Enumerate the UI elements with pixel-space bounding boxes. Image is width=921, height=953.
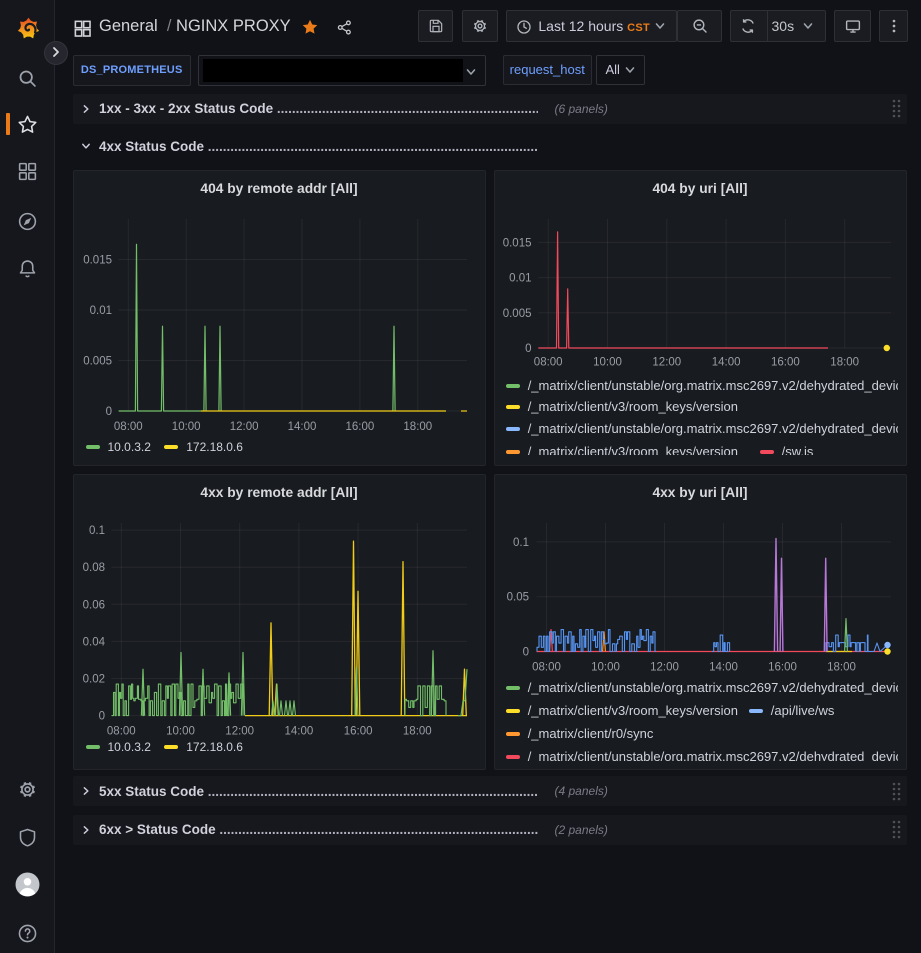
svg-text:0.06: 0.06 — [83, 599, 105, 611]
svg-text:0.015: 0.015 — [83, 255, 112, 267]
svg-text:0: 0 — [106, 406, 112, 418]
svg-text:16:00: 16:00 — [344, 726, 373, 738]
svg-text:0.1: 0.1 — [89, 525, 105, 537]
svg-text:18:00: 18:00 — [403, 726, 432, 738]
svg-text:10:00: 10:00 — [172, 421, 201, 433]
svg-text:0.04: 0.04 — [83, 636, 106, 648]
svg-text:0.1: 0.1 — [513, 537, 529, 549]
svg-text:16:00: 16:00 — [346, 421, 375, 433]
svg-text:10:00: 10:00 — [166, 726, 195, 738]
svg-text:0: 0 — [99, 711, 105, 723]
svg-text:10:00: 10:00 — [591, 662, 620, 674]
svg-text:0.01: 0.01 — [509, 273, 531, 285]
svg-text:12:00: 12:00 — [652, 357, 681, 369]
svg-text:18:00: 18:00 — [827, 662, 856, 674]
svg-text:14:00: 14:00 — [709, 662, 738, 674]
svg-text:0.05: 0.05 — [507, 592, 529, 604]
svg-text:12:00: 12:00 — [650, 662, 679, 674]
svg-text:08:00: 08:00 — [532, 662, 561, 674]
svg-text:0.005: 0.005 — [503, 308, 532, 320]
svg-text:14:00: 14:00 — [712, 357, 741, 369]
svg-text:14:00: 14:00 — [285, 726, 314, 738]
svg-text:0.01: 0.01 — [90, 305, 112, 317]
svg-text:12:00: 12:00 — [225, 726, 254, 738]
svg-text:0: 0 — [523, 647, 529, 659]
svg-text:16:00: 16:00 — [768, 662, 797, 674]
svg-text:08:00: 08:00 — [534, 357, 563, 369]
svg-text:0.02: 0.02 — [83, 674, 105, 686]
svg-text:0.005: 0.005 — [83, 356, 112, 368]
svg-text:18:00: 18:00 — [830, 357, 859, 369]
svg-text:10:00: 10:00 — [593, 357, 622, 369]
svg-text:16:00: 16:00 — [771, 357, 800, 369]
svg-text:0.015: 0.015 — [503, 237, 532, 249]
svg-text:08:00: 08:00 — [114, 421, 143, 433]
svg-text:18:00: 18:00 — [403, 421, 432, 433]
svg-text:0: 0 — [525, 343, 531, 355]
svg-text:08:00: 08:00 — [107, 726, 136, 738]
svg-text:14:00: 14:00 — [288, 421, 317, 433]
svg-text:12:00: 12:00 — [230, 421, 259, 433]
svg-text:0.08: 0.08 — [83, 562, 105, 574]
